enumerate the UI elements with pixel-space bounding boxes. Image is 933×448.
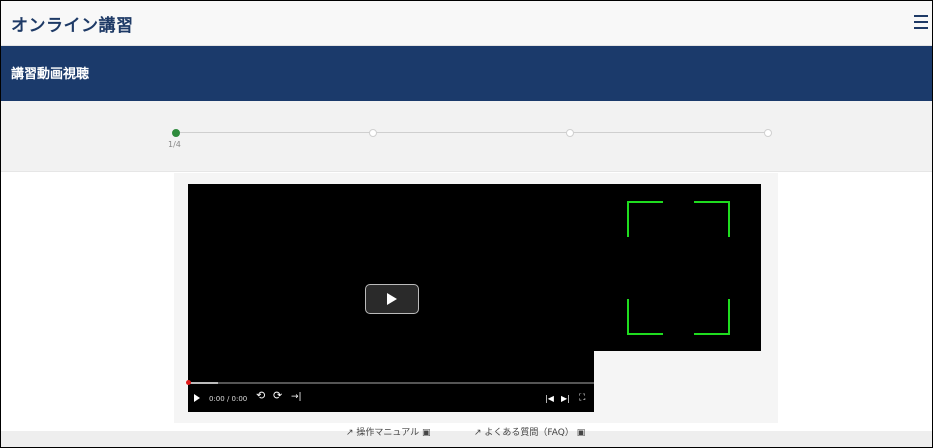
- rewind-10-icon[interactable]: ⟲: [256, 390, 265, 401]
- step-4-dot: [764, 129, 772, 137]
- play-icon[interactable]: [194, 394, 200, 402]
- step-label: 1/4: [168, 140, 181, 149]
- faq-link[interactable]: ↗ よくある質問（FAQ） ▣: [474, 425, 585, 438]
- skip-to-end-icon[interactable]: →|: [291, 392, 302, 402]
- faq-link-label: よくある質問（FAQ）: [484, 428, 574, 438]
- face-frame-corner-tr: [694, 201, 730, 237]
- section-title: 講習動画視聴: [11, 67, 90, 82]
- seek-handle[interactable]: [186, 380, 191, 385]
- manual-link-label: 操作マニュアル: [356, 428, 420, 438]
- face-frame-corner-br: [694, 299, 730, 335]
- play-icon: [387, 293, 397, 305]
- time-display: 0:00 / 0:00: [209, 395, 248, 403]
- big-play-button[interactable]: [365, 284, 419, 314]
- page-frame: オンライン講習 講習動画視聴 1/4 0:00 / 0:00 ⟲ ⟳ →| |◀…: [0, 0, 933, 448]
- app-title: オンライン講習: [11, 16, 134, 36]
- top-bar: オンライン講習: [1, 1, 932, 46]
- hamburger-icon[interactable]: [914, 15, 928, 29]
- manual-link[interactable]: ↗ 操作マニュアル ▣: [346, 425, 431, 438]
- face-frame-corner-tl: [627, 201, 663, 237]
- video-screen[interactable]: [188, 184, 761, 351]
- face-frame-corner-bl: [627, 299, 663, 335]
- section-header: 講習動画視聴: [1, 46, 932, 101]
- step-3-dot: [566, 129, 574, 137]
- progress-stepper: [1, 101, 932, 172]
- stepper-line: [176, 132, 768, 133]
- forward-10-icon[interactable]: ⟳: [273, 390, 282, 401]
- fullscreen-icon[interactable]: ⛶: [579, 393, 585, 403]
- seek-bar-buffer: [188, 382, 218, 384]
- next-icon[interactable]: ▶|: [561, 394, 570, 404]
- step-2-dot: [369, 129, 377, 137]
- step-1-dot: [172, 129, 180, 137]
- seek-bar[interactable]: [188, 382, 594, 384]
- previous-icon[interactable]: |◀: [545, 394, 554, 404]
- footer-strip: [1, 431, 932, 447]
